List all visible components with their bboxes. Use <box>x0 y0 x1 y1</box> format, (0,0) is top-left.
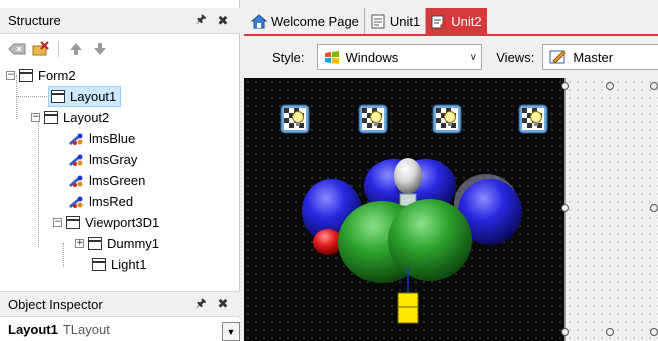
tree-selection: Layout1 <box>48 86 122 107</box>
resize-handle[interactable] <box>561 204 569 212</box>
tree-item-label: Dummy1 <box>107 236 160 251</box>
viewport3d-canvas[interactable] <box>244 78 564 341</box>
ide-window: Structure 🖈 ✖ − Form2 Layout1 − Layout2 … <box>0 0 658 341</box>
material-source-icon <box>69 175 83 187</box>
layout-icon <box>51 90 65 103</box>
tree-connector <box>17 96 47 97</box>
tree-item-viewport3d1[interactable]: − Viewport3D1 <box>53 212 159 233</box>
light-component-icon[interactable] <box>280 104 310 134</box>
toolbar-separator <box>58 41 59 57</box>
collapse-icon[interactable]: − <box>6 71 15 80</box>
form-icon <box>19 69 33 82</box>
tree-item-label: Layout2 <box>63 110 110 125</box>
light-component-icon[interactable] <box>358 104 388 134</box>
tab-label: Welcome Page <box>271 13 359 29</box>
tree-item-label: Light1 <box>111 257 147 272</box>
selected-object-name: Layout1 <box>8 322 58 337</box>
selected-layout-area[interactable] <box>561 78 658 341</box>
tree-item-lmsblue[interactable]: lmsBlue <box>68 128 135 149</box>
gray-sphere <box>394 158 422 194</box>
green-sphere <box>388 199 472 281</box>
tree-item-label: lmsRed <box>89 194 134 209</box>
object-inspector-title: Object Inspector <box>8 296 103 312</box>
structure-toolbar <box>0 38 240 60</box>
tree-connector <box>63 243 64 267</box>
tree-item-label: lmsGray <box>89 152 138 167</box>
resize-handle[interactable] <box>561 82 569 90</box>
unit-icon <box>371 14 385 28</box>
collapse-icon[interactable]: − <box>53 218 62 227</box>
tree-item-label: Form2 <box>38 68 76 83</box>
views-value: Master <box>573 49 614 65</box>
windows-logo-icon <box>324 50 339 64</box>
resize-handle[interactable] <box>650 328 658 336</box>
tree-item-label: Layout1 <box>70 89 117 104</box>
tree-item-lmsred[interactable]: lmsRed <box>68 191 133 212</box>
expand-icon[interactable]: + <box>75 239 84 248</box>
resize-handle[interactable] <box>561 328 569 336</box>
unit-edit-icon <box>431 15 448 28</box>
style-value: Windows <box>345 49 399 65</box>
pin-icon[interactable]: 🖈 <box>192 10 210 31</box>
object-selector[interactable]: Layout1 TLayout ▼ <box>0 318 240 341</box>
tree-item-dummy1[interactable]: + Dummy1 <box>75 233 159 254</box>
object-inspector-header: Object Inspector 🖈 ✖ <box>0 291 240 317</box>
tab-label: Unit1 <box>389 13 421 29</box>
move-up-icon[interactable] <box>67 41 85 57</box>
style-label: Style: <box>272 49 305 65</box>
structure-panel-header: Structure 🖈 ✖ <box>0 8 240 34</box>
dummy-icon <box>88 237 102 250</box>
style-combobox[interactable]: Windows ∨ <box>316 44 483 70</box>
close-icon[interactable]: ✖ <box>214 296 232 312</box>
layout-icon <box>44 111 58 124</box>
material-source-icon <box>69 196 83 208</box>
tree-item-label: lmsGreen <box>89 173 146 188</box>
yellow-cube <box>397 292 419 324</box>
light-icon <box>92 258 106 271</box>
chevron-down-icon[interactable]: ∨ <box>465 52 481 63</box>
tab-welcome-page[interactable]: Welcome Page <box>246 8 365 34</box>
collapse-icon[interactable]: − <box>31 113 40 122</box>
views-combobox[interactable]: Master <box>542 44 658 70</box>
structure-panel-title: Structure <box>8 13 61 28</box>
viewport-icon <box>66 216 80 229</box>
close-icon[interactable]: ✖ <box>214 13 232 29</box>
light-component-icon[interactable] <box>432 104 462 134</box>
style-toolbar: Style: Windows ∨ Views: Master <box>244 36 658 78</box>
tab-unit2[interactable]: Unit2 <box>426 8 487 34</box>
pin-icon[interactable]: 🖈 <box>192 294 210 315</box>
tab-label: Unit2 <box>451 13 482 29</box>
delete-icon[interactable] <box>8 41 26 57</box>
tree-item-lmsgreen[interactable]: lmsGreen <box>68 170 145 191</box>
material-source-icon <box>69 154 83 166</box>
resize-handle[interactable] <box>650 204 658 212</box>
left-dock: Structure 🖈 ✖ − Form2 Layout1 − Layout2 … <box>0 0 240 341</box>
tree-item-label: lmsBlue <box>89 131 136 146</box>
tree-item-form2[interactable]: − Form2 <box>6 65 76 86</box>
tree-item-label: Viewport3D1 <box>85 215 160 230</box>
tree-item-light1[interactable]: Light1 <box>92 254 146 275</box>
tree-connector <box>38 119 39 247</box>
light-component-icon[interactable] <box>518 104 548 134</box>
move-down-icon[interactable] <box>91 41 109 57</box>
home-icon <box>251 13 267 28</box>
tab-unit1[interactable]: Unit1 <box>365 8 427 34</box>
material-source-icon <box>69 133 83 145</box>
resize-handle[interactable] <box>606 328 614 336</box>
resize-handle[interactable] <box>650 82 658 90</box>
editor-tabs: Welcome Page Unit1 Unit2 <box>246 8 487 34</box>
selected-object-type: TLayout <box>62 322 110 337</box>
resize-handle[interactable] <box>606 82 614 90</box>
tree-item-layout1[interactable]: Layout1 <box>48 86 122 107</box>
master-view-icon <box>549 50 567 64</box>
tree-item-lmsgray[interactable]: lmsGray <box>68 149 137 170</box>
tree-item-layout2[interactable]: − Layout2 <box>31 107 109 128</box>
views-label: Views: <box>496 49 535 65</box>
cut-icon[interactable] <box>32 41 50 57</box>
dropdown-arrow-icon[interactable]: ▼ <box>222 322 240 341</box>
